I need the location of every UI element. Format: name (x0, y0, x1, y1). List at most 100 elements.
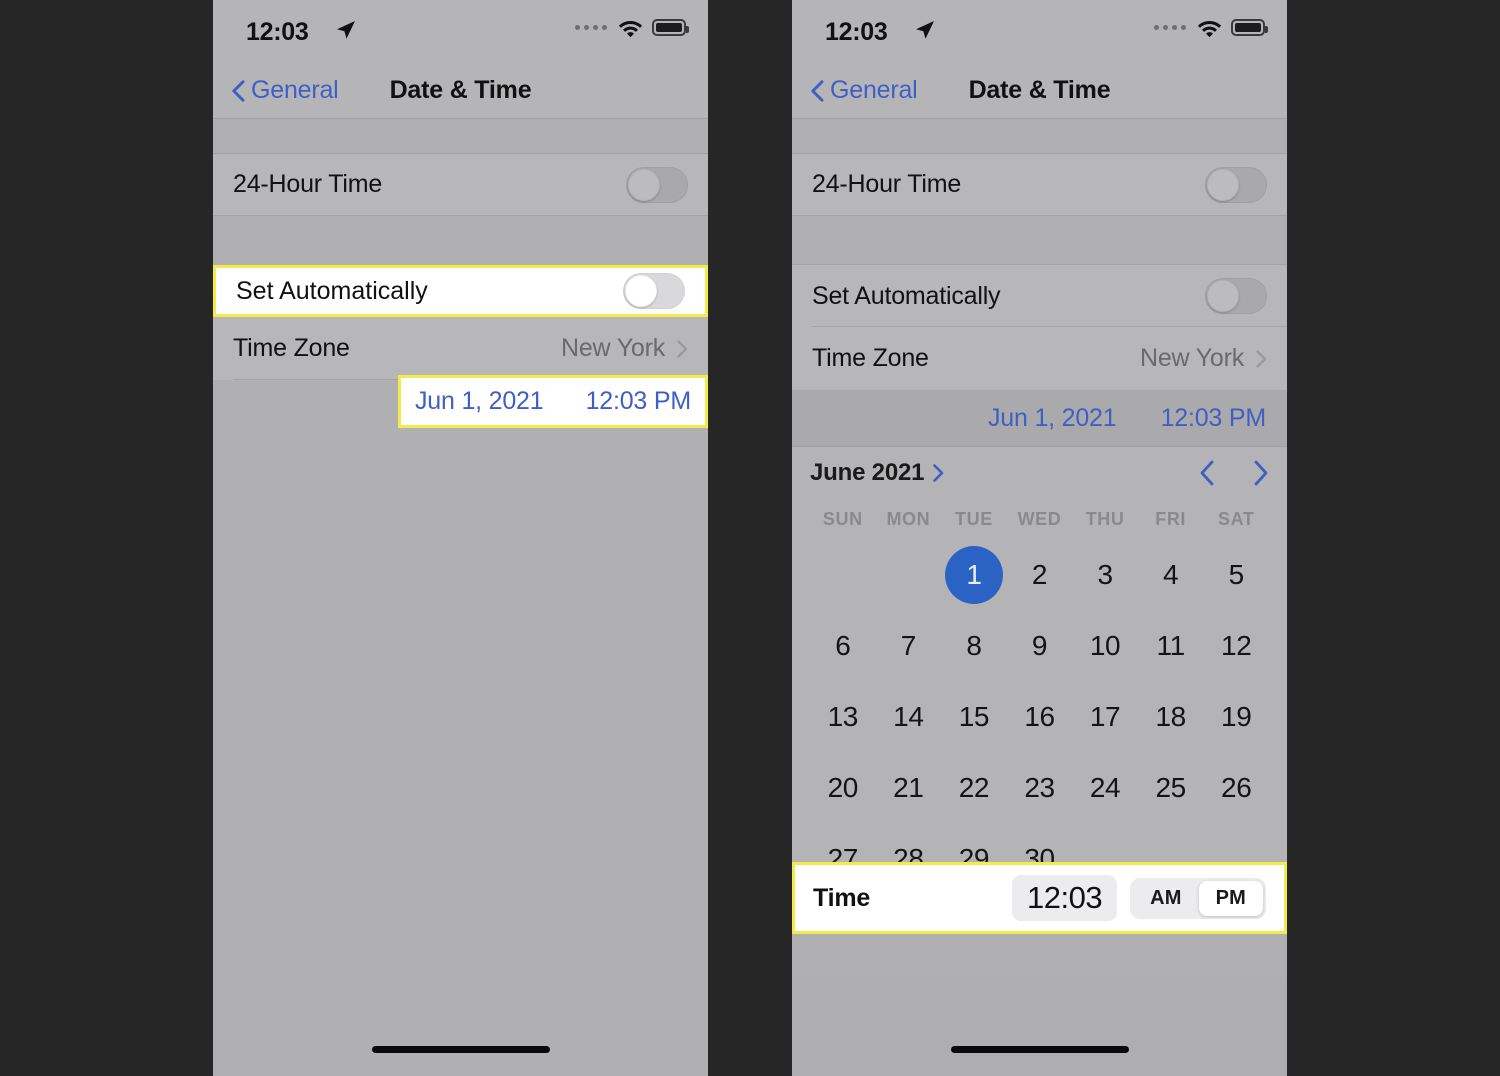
toggle-knob (628, 168, 660, 201)
status-bar-indicators (1154, 18, 1268, 38)
chevron-right-icon (1256, 349, 1267, 368)
calendar-day[interactable]: 24 (1072, 752, 1138, 823)
calendar-day-number: 4 (1163, 558, 1179, 590)
battery-icon (652, 19, 689, 36)
calendar-day-number: 17 (1089, 700, 1121, 732)
calendar-day[interactable]: 14 (876, 681, 942, 752)
calendar-day[interactable]: 21 (876, 752, 942, 823)
calendar-day[interactable]: 13 (810, 681, 876, 752)
list-gap-middle (213, 216, 708, 264)
calendar-day-grid: 1 2 3 4 5 6 7 8 9 10 11 12 13 14 15 16 17 18 19 20 21 22 23 24 2… (810, 539, 1269, 894)
status-bar-time: 12:03 (825, 18, 888, 46)
date-time-summary-row[interactable]: Jun 1, 2021 12:03 PM (792, 390, 1287, 447)
row-24-hour-time[interactable]: 24-Hour Time (213, 153, 708, 216)
calendar-picker: June 2021 SUN MON TUE WED THU FRI SAT 1 … (792, 447, 1287, 900)
calendar-day-number: 19 (1221, 700, 1252, 732)
calendar-day[interactable]: 10 (1072, 610, 1138, 681)
row-value-time-zone: New York (1139, 344, 1244, 372)
location-arrow-icon (336, 20, 356, 40)
calendar-day[interactable]: 12 (1203, 610, 1269, 681)
status-bar-time: 12:03 (246, 18, 309, 46)
row-24-hour-time[interactable]: 24-Hour Time (792, 153, 1287, 216)
time-field-button[interactable]: 12:03 PM (586, 387, 692, 416)
date-time-summary-row[interactable]: Jun 1, 2021 12:03 PM (401, 378, 705, 425)
time-value-field[interactable]: 12:03 (1012, 875, 1118, 921)
calendar-day[interactable]: 3 (1072, 539, 1138, 610)
calendar-day[interactable]: 9 (1007, 610, 1073, 681)
calendar-day-number: 14 (893, 700, 924, 732)
calendar-day[interactable]: 2 (1007, 539, 1073, 610)
row-label-set-automatically: Set Automatically (236, 276, 428, 305)
toggle-24-hour-time[interactable] (1205, 166, 1267, 203)
location-arrow-icon (915, 20, 935, 40)
calendar-prev-month-button[interactable] (1199, 460, 1215, 486)
calendar-day-number: 26 (1221, 771, 1252, 803)
toggle-24-hour-time[interactable] (626, 166, 688, 203)
list-gap-top (792, 119, 1287, 153)
row-time-zone[interactable]: Time Zone New York (792, 327, 1287, 390)
toggle-set-automatically[interactable] (1205, 278, 1267, 314)
calendar-day[interactable]: 8 (941, 610, 1007, 681)
calendar-day[interactable]: 7 (876, 610, 942, 681)
cellular-dots-icon (1154, 25, 1186, 30)
calendar-day-number: 15 (958, 700, 990, 732)
calendar-month-label[interactable]: June 2021 (810, 459, 924, 487)
row-value-time-zone: New York (560, 334, 665, 362)
row-label-24-hour-time: 24-Hour Time (812, 170, 962, 198)
calendar-day-number: 3 (1097, 558, 1113, 590)
calendar-day-number: 13 (827, 700, 859, 732)
calendar-day[interactable]: 20 (810, 752, 876, 823)
toggle-set-automatically[interactable] (623, 273, 685, 309)
time-field-button[interactable]: 12:03 PM (1161, 404, 1267, 433)
home-indicator[interactable] (371, 1046, 550, 1053)
calendar-day[interactable]: 19 (1203, 681, 1269, 752)
calendar-day[interactable]: 23 (1007, 752, 1073, 823)
calendar-day[interactable]: 11 (1138, 610, 1204, 681)
phone-screen-right: 12:03 General Date & Time 24-Hour Time S… (792, 0, 1287, 1076)
calendar-day-number: 21 (893, 771, 924, 803)
calendar-next-month-button[interactable] (1253, 460, 1269, 486)
calendar-day[interactable]: 18 (1138, 681, 1204, 752)
row-label-time-zone: Time Zone (812, 344, 929, 372)
row-set-automatically[interactable]: Set Automatically (792, 264, 1287, 327)
calendar-day-header: TUE (955, 508, 993, 529)
calendar-header: June 2021 (810, 447, 1269, 499)
calendar-day-number: 12 (1221, 629, 1252, 661)
home-indicator[interactable] (950, 1046, 1129, 1053)
calendar-day[interactable]: 15 (941, 681, 1007, 752)
toggle-knob (1207, 168, 1239, 201)
time-picker-row[interactable]: Time 12:03 AM PM (795, 865, 1284, 931)
calendar-day-number: 5 (1228, 558, 1245, 590)
date-field-button[interactable]: Jun 1, 2021 (415, 387, 544, 416)
empty-list-area (213, 433, 708, 1003)
meridiem-option-pm[interactable]: PM (1198, 880, 1263, 916)
calendar-day[interactable]: 17 (1072, 681, 1138, 752)
calendar-day[interactable]: 5 (1203, 539, 1269, 610)
cellular-dots-icon (575, 25, 607, 30)
calendar-day-number: 6 (835, 629, 851, 661)
calendar-day[interactable]: 26 (1203, 752, 1269, 823)
calendar-day-empty (876, 539, 942, 610)
list-gap-top (213, 119, 708, 153)
navigation-bar: General Date & Time (792, 62, 1287, 119)
calendar-day[interactable]: 22 (941, 752, 1007, 823)
calendar-day-number: 18 (1155, 700, 1186, 732)
calendar-nav-buttons (1199, 460, 1269, 486)
calendar-day[interactable]: 6 (810, 610, 876, 681)
date-field-button[interactable]: Jun 1, 2021 (988, 404, 1117, 433)
toggle-knob (625, 275, 657, 307)
status-bar: 12:03 (213, 0, 708, 62)
calendar-day-number: 1 (944, 545, 1003, 604)
meridiem-option-am[interactable]: AM (1133, 881, 1199, 916)
list-gap-middle (792, 216, 1287, 264)
calendar-day[interactable]: 4 (1138, 539, 1204, 610)
calendar-day-number: 23 (1024, 771, 1055, 803)
chevron-right-icon[interactable] (933, 464, 944, 482)
calendar-day-headers: SUN MON TUE WED THU FRI SAT (810, 499, 1269, 539)
calendar-day[interactable]: 16 (1007, 681, 1073, 752)
calendar-day[interactable]: 25 (1138, 752, 1204, 823)
row-set-automatically[interactable]: Set Automatically (216, 268, 705, 314)
calendar-day-selected[interactable]: 1 (941, 539, 1007, 610)
row-time-zone[interactable]: Time Zone New York (213, 317, 708, 380)
battery-icon (1231, 19, 1268, 36)
